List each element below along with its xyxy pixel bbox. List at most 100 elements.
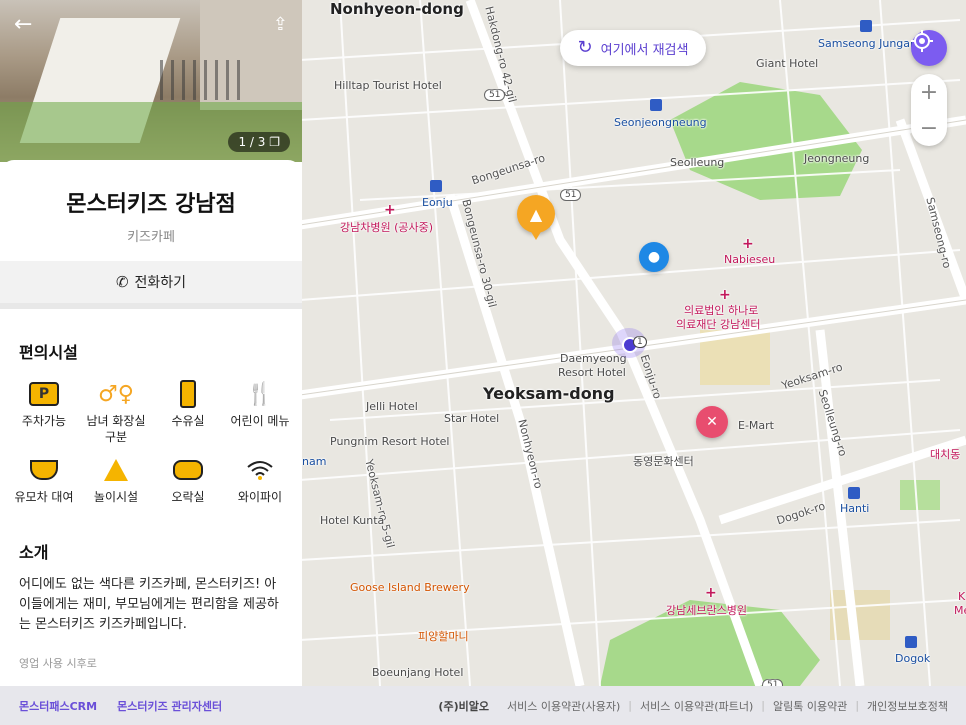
label-gangnam-cha: 강남차병원 (공사중) <box>340 221 434 234</box>
label-dogok: Dogok <box>895 652 931 665</box>
label-goose-island: Goose Island Brewery <box>350 581 470 594</box>
place-pin-art[interactable]: ● <box>639 242 669 272</box>
label-nabieseu: Nabieseu <box>724 253 776 266</box>
nursing-bottle-icon <box>172 379 204 409</box>
call-button[interactable]: ✆ 전화하기 <box>0 261 302 309</box>
label-hotel-kunta: Hotel Kunta <box>320 514 385 527</box>
zoom-in-button[interactable]: + <box>911 74 947 110</box>
place-info-card: 몬스터키즈 강남점 키즈카페 ✆ 전화하기 편의시설 P 주차가능 ♂♀ 남녀 … <box>0 160 302 671</box>
game-controller-icon <box>172 455 204 485</box>
footer-link-terms-partner[interactable]: 서비스 이용약관(파트너) <box>640 698 753 714</box>
share-icon[interactable]: ⇪ <box>273 14 288 35</box>
amenity-item: 오락실 <box>152 455 224 505</box>
footer-link-privacy[interactable]: 개인정보보호정책 <box>867 698 948 714</box>
label-piyang: 피양할마니 <box>418 630 469 643</box>
place-detail-panel: ← ⇪ 1 / 3 ❐ 몬스터키즈 강남점 키즈카페 ✆ 전화하기 편의시설 P… <box>0 0 302 686</box>
photo-counter-text: 1 / 3 <box>238 135 266 149</box>
label-seonjeongneung: Seonjeongneung <box>614 116 707 129</box>
my-location-button[interactable] <box>911 30 947 66</box>
place-pin-selected[interactable]: ▲ <box>517 195 555 233</box>
label-jeongneung: Jeongneung <box>804 152 870 165</box>
label-me: Me <box>954 604 966 617</box>
footer-link-terms-user[interactable]: 서비스 이용약관(사용자) <box>507 698 620 714</box>
label-daemyeong-2: Resort Hotel <box>558 366 626 379</box>
label-seolleung: Seolleung <box>670 156 725 169</box>
label-hanti: Hanti <box>840 502 870 515</box>
label-daechi: 대치동 <box>930 448 961 461</box>
label-pungnim-resort: Pungnim Resort Hotel <box>330 435 450 448</box>
label-emart: E-Mart <box>738 419 774 432</box>
amenities-title: 편의시설 <box>19 343 78 362</box>
subway-icon <box>650 99 662 111</box>
crosshair-icon <box>911 30 933 52</box>
label-nonhyeon-dong: Nonhyeon-dong <box>330 0 464 18</box>
amenities-grid: P 주차가능 ♂♀ 남녀 화장실 구분 수유실 🍴 어린이 메뉴 유모차 대여 … <box>8 379 302 505</box>
label-hana-medical-2: 의료재단 강남센터 <box>676 318 761 331</box>
hospital-icon: + <box>705 585 717 601</box>
road-shield-51-a: 51 <box>484 89 506 101</box>
hospital-icon: + <box>384 202 396 218</box>
hospital-icon: + <box>742 236 754 252</box>
label-boeunjang: Boeunjang Hotel <box>372 666 464 679</box>
sand-area <box>830 590 890 640</box>
intro-text: 어디에도 없는 색다른 키즈카페, 몬스터키즈! 아이들에게는 재미, 부모님에… <box>19 577 279 632</box>
search-here-button[interactable]: ↻ 여기에서 재검색 <box>560 30 706 66</box>
park-small <box>900 480 940 510</box>
place-category: 키즈카페 <box>127 230 175 245</box>
palette-icon: ● <box>647 249 661 265</box>
amenity-item: 🍴 어린이 메뉴 <box>224 379 296 445</box>
label-samseong-jungang: Samseong Jungang <box>818 37 924 50</box>
back-arrow-icon[interactable]: ← <box>14 14 32 36</box>
hospital-icon: + <box>719 287 731 303</box>
intro-title: 소개 <box>19 543 49 562</box>
call-label: 전화하기 <box>134 275 187 291</box>
divider: | <box>855 699 860 712</box>
wifi-icon <box>244 455 276 485</box>
place-pin-restaurant[interactable]: ✕ <box>696 406 728 438</box>
road-shield-51-b: 51 <box>560 189 582 201</box>
place-photo[interactable]: ← ⇪ 1 / 3 ❐ <box>0 0 302 162</box>
amenity-item: 유모차 대여 <box>8 455 80 505</box>
amenity-item: 놀이시설 <box>80 455 152 505</box>
phone-icon: ✆ <box>115 273 129 291</box>
zoom-controls: + − <box>911 74 947 146</box>
amenity-item: 수유실 <box>152 379 224 445</box>
road-shield-51-c: 51 <box>762 679 784 686</box>
cluster-count: 1 <box>633 336 647 348</box>
label-dongyoung: 동영문화센터 <box>633 455 694 468</box>
company-name: (주)비알오 <box>438 699 489 713</box>
subway-icon <box>905 636 917 648</box>
label-yeoksam-dong: Yeoksam-dong <box>483 384 615 403</box>
amenity-item: ♂♀ 남녀 화장실 구분 <box>80 379 152 445</box>
label-k: K <box>958 590 966 603</box>
site-footer: 몬스터패스CRM 몬스터키즈 관리자센터 (주)비알오 서비스 이용약관(사용자… <box>0 686 966 725</box>
zoom-out-button[interactable]: − <box>911 110 947 146</box>
photo-counter[interactable]: 1 / 3 ❐ <box>228 132 290 152</box>
stroller-icon <box>28 455 60 485</box>
footer-link-crm[interactable]: 몬스터패스CRM <box>19 698 97 714</box>
footer-link-admin[interactable]: 몬스터키즈 관리자센터 <box>117 698 222 714</box>
label-eonju: Eonju <box>422 196 453 209</box>
label-hilltop-hotel: Hilltap Tourist Hotel <box>334 79 442 92</box>
kids-menu-icon: 🍴 <box>246 381 274 407</box>
label-giant-hotel: Giant Hotel <box>756 57 819 70</box>
label-jelli-hotel: Jelli Hotel <box>366 400 418 413</box>
footer-link-alimtalk[interactable]: 알림톡 이용약관 <box>773 698 847 714</box>
playground-icon <box>100 455 132 485</box>
label-star-hotel: Star Hotel <box>444 412 500 425</box>
search-here-label: 여기에서 재검색 <box>600 42 689 58</box>
amenity-item: 와이파이 <box>224 455 296 505</box>
hours-row: 영업 사용 시후로 <box>19 657 97 670</box>
divider: | <box>628 699 632 712</box>
gallery-icon: ❐ <box>269 135 280 149</box>
subway-icon <box>860 20 872 32</box>
fork-knife-icon: ✕ <box>706 414 718 430</box>
amenity-item: P 주차가능 <box>8 379 80 445</box>
subway-icon <box>430 180 442 192</box>
place-name: 몬스터키즈 강남점 <box>66 192 236 217</box>
divider: | <box>761 699 765 712</box>
kids-cafe-icon: ▲ <box>529 204 543 224</box>
refresh-icon: ↻ <box>577 37 593 58</box>
subway-icon <box>848 487 860 499</box>
restroom-icon: ♂♀ <box>98 381 134 407</box>
